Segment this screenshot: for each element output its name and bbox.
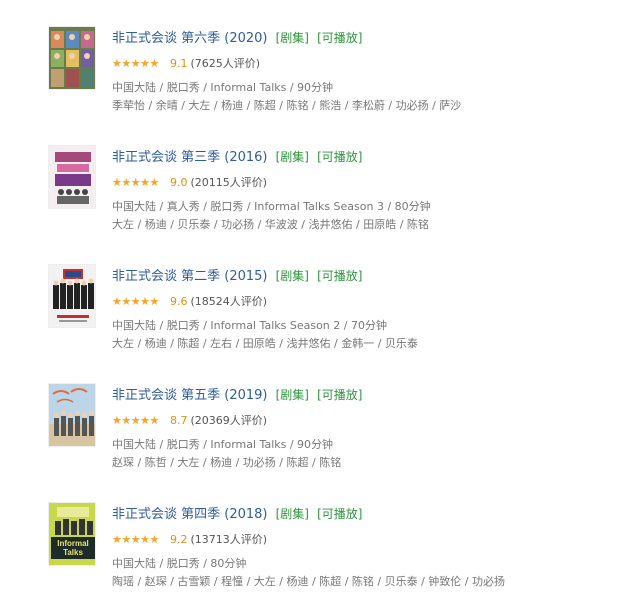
result-title-link[interactable]: 非正式会谈 第四季 (2018) [112, 507, 268, 522]
result-meta: 中国大陆 / 脱口秀 / 80分钟 [112, 557, 247, 570]
result-cast: 陶瑶 / 赵琛 / 古雪颖 / 程憧 / 大左 / 杨迪 / 陈超 / 陈铭 /… [112, 575, 505, 588]
rating-stars: ★★★★★ ★★★★★ [112, 294, 159, 308]
rating-stars: ★★★★★ ★★★★★ [112, 532, 159, 546]
result-cast: 赵琛 / 陈哲 / 大左 / 杨迪 / 功必扬 / 陈超 / 陈铭 [112, 456, 342, 469]
rating-score: 9.0 [170, 176, 188, 189]
tag-playable[interactable]: [可播放] [317, 507, 362, 521]
cover-image[interactable] [48, 26, 96, 90]
cover-image[interactable] [48, 264, 96, 328]
result-title-link[interactable]: 非正式会谈 第三季 (2016) [112, 150, 268, 165]
tag-series[interactable]: [剧集] [276, 150, 309, 164]
rating-score: 9.1 [170, 57, 188, 70]
cover-image[interactable] [48, 383, 96, 447]
rating-stars: ★★★★★ ★★★★★ [112, 413, 159, 427]
result-cast: 大左 / 杨迪 / 陈超 / 左右 / 田原皓 / 浅井悠佑 / 金韩一 / 贝… [112, 337, 418, 350]
rating-count: (13713人评价) [190, 533, 268, 546]
rating-count: (20115人评价) [190, 176, 268, 189]
result-title-link[interactable]: 非正式会谈 第五季 (2019) [112, 388, 268, 403]
result-title-link[interactable]: 非正式会谈 第二季 (2015) [112, 269, 268, 284]
result-item: Informal Talks 非正式会谈 第四季 (2018) [剧集] [可播… [48, 502, 608, 602]
result-cast: 季荦怡 / 余晴 / 大左 / 杨迪 / 陈超 / 陈铭 / 熊浩 / 李松蔚 … [112, 99, 462, 112]
tag-series[interactable]: [剧集] [276, 31, 309, 45]
result-item: 非正式会谈 第五季 (2019) [剧集] [可播放] ★★★★★ ★★★★★ … [48, 383, 608, 483]
tag-playable[interactable]: [可播放] [317, 31, 362, 45]
tag-playable[interactable]: [可播放] [317, 269, 362, 283]
tag-playable[interactable]: [可播放] [317, 388, 362, 402]
cover-image[interactable]: Informal Talks [48, 502, 96, 566]
result-title-link[interactable]: 非正式会谈 第六季 (2020) [112, 31, 268, 46]
rating-stars: ★★★★★ ★★★★★ [112, 175, 159, 189]
result-cast: 大左 / 杨迪 / 贝乐泰 / 功必扬 / 华波波 / 浅井悠佑 / 田原皓 /… [112, 218, 429, 231]
tag-playable[interactable]: [可播放] [317, 150, 362, 164]
rating-score: 9.6 [170, 295, 188, 308]
result-meta: 中国大陆 / 真人秀 / 脱口秀 / Informal Talks Season… [112, 200, 431, 213]
result-meta: 中国大陆 / 脱口秀 / Informal Talks / 90分钟 [112, 438, 334, 451]
result-meta: 中国大陆 / 脱口秀 / Informal Talks Season 2 / 7… [112, 319, 387, 332]
rating-stars: ★★★★★ ★★★★★ [112, 56, 159, 70]
cover-text: Informal Talks [57, 539, 89, 557]
result-item: 非正式会谈 第六季 (2020) [剧集] [可播放] ★★★★★ ★★★★★ … [48, 26, 608, 126]
tag-series[interactable]: [剧集] [276, 269, 309, 283]
result-item: 非正式会谈 第二季 (2015) [剧集] [可播放] ★★★★★ ★★★★★ … [48, 264, 608, 364]
rating-count: (7625人评价) [190, 57, 261, 70]
result-item: 非正式会谈 第三季 (2016) [剧集] [可播放] ★★★★★ ★★★★★ … [48, 145, 608, 245]
rating-count: (18524人评价) [190, 295, 268, 308]
tag-series[interactable]: [剧集] [276, 507, 309, 521]
rating-score: 9.2 [170, 533, 188, 546]
rating-count: (20369人评价) [190, 414, 268, 427]
rating-score: 8.7 [170, 414, 188, 427]
cover-image[interactable] [48, 145, 96, 209]
tag-series[interactable]: [剧集] [276, 388, 309, 402]
search-results-list: 非正式会谈 第六季 (2020) [剧集] [可播放] ★★★★★ ★★★★★ … [0, 0, 633, 601]
result-meta: 中国大陆 / 脱口秀 / Informal Talks / 90分钟 [112, 81, 334, 94]
